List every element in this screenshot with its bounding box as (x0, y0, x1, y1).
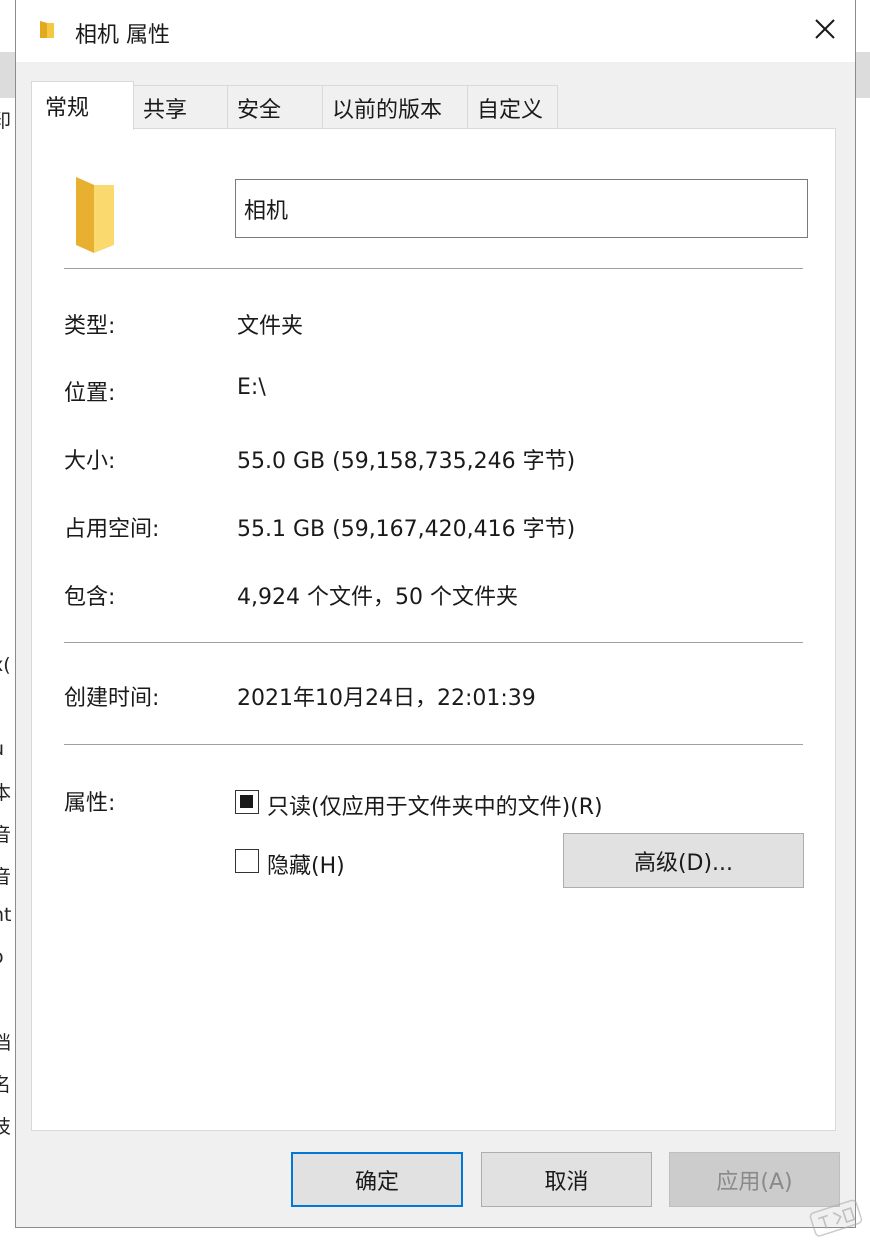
background-text: 音 (0, 866, 12, 888)
close-icon (814, 18, 836, 44)
tab-strip: 常规 共享 安全 以前的版本 自定义 (31, 81, 561, 130)
background-band (856, 52, 870, 98)
folder-name-input[interactable] (235, 179, 808, 238)
size-on-disk-label: 占用空间: (64, 517, 160, 542)
general-panel: 类型: 文件夹 位置: E:\ 大小: 55.0 GB (59,158,735,… (31, 128, 836, 1131)
background-window-left: 印 x( u 本 音 音 nt o 档 名 技 (0, 0, 16, 1244)
background-text: 技 (0, 1116, 12, 1138)
size-value: 55.0 GB (59,158,735,246 字节) (237, 449, 576, 474)
background-text: 名 (0, 1074, 12, 1096)
readonly-label[interactable]: 只读(仅应用于文件夹中的文件)(R) (267, 789, 603, 821)
tab-sharing[interactable]: 共享 (133, 85, 228, 129)
background-text: x( (0, 654, 11, 676)
folder-icon (72, 171, 118, 255)
advanced-button[interactable]: 高级(D)... (563, 833, 804, 888)
separator (64, 744, 803, 745)
tab-security[interactable]: 安全 (227, 85, 323, 129)
background-text: u (0, 738, 4, 760)
location-value: E:\ (237, 375, 266, 400)
location-label: 位置: (64, 381, 116, 406)
background-text: 本 (0, 782, 12, 804)
folder-icon (38, 18, 56, 40)
created-label: 创建时间: (64, 686, 160, 711)
close-button[interactable] (802, 10, 848, 52)
background-window-right (856, 0, 870, 1244)
background-text: nt (0, 904, 12, 926)
separator (64, 268, 803, 269)
type-label: 类型: (64, 314, 116, 339)
hidden-checkbox[interactable] (235, 849, 259, 873)
tab-previous-versions[interactable]: 以前的版本 (322, 85, 468, 129)
tab-general[interactable]: 常规 (31, 81, 134, 130)
attributes-label: 属性: (64, 791, 116, 816)
background-band (0, 52, 16, 98)
background-text: 印 (0, 110, 12, 132)
apply-button[interactable]: 应用(A) (669, 1152, 840, 1207)
properties-dialog: 相机 属性 常规 共享 安全 以前的版本 自定义 类型: 文 (15, 0, 856, 1228)
contains-value: 4,924 个文件，50 个文件夹 (237, 585, 518, 610)
ok-button[interactable]: 确定 (291, 1152, 463, 1207)
created-value: 2021年10月24日，22:01:39 (237, 686, 536, 711)
cancel-button[interactable]: 取消 (481, 1152, 652, 1207)
hidden-label[interactable]: 隐藏(H) (267, 848, 345, 880)
readonly-checkbox[interactable] (235, 790, 259, 814)
tab-customize[interactable]: 自定义 (467, 85, 558, 129)
background-text: 音 (0, 824, 12, 846)
size-label: 大小: (64, 449, 116, 474)
separator (64, 642, 803, 643)
size-on-disk-value: 55.1 GB (59,167,420,416 字节) (237, 517, 576, 542)
contains-label: 包含: (64, 585, 116, 610)
background-text: o (0, 946, 4, 968)
background-text: 档 (0, 1032, 12, 1054)
window-title: 相机 属性 (75, 23, 170, 48)
type-value: 文件夹 (237, 314, 304, 339)
title-bar[interactable]: 相机 属性 (16, 0, 855, 62)
